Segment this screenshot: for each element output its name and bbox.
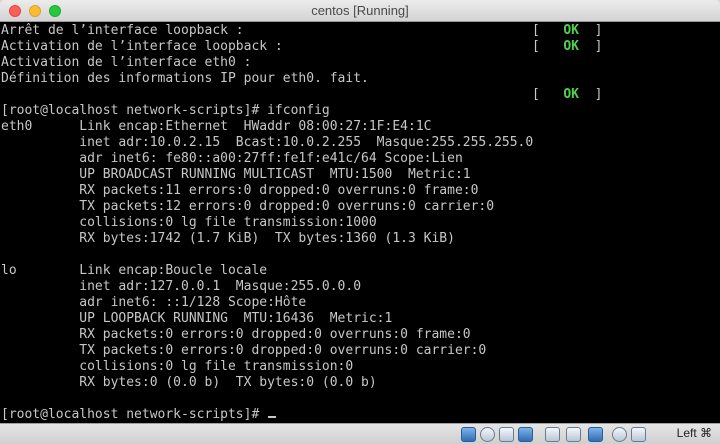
virtualization-icon[interactable] xyxy=(612,427,627,442)
optical-disk-icon[interactable] xyxy=(480,427,495,442)
terminal-line: Définition des informations IP pour eth0… xyxy=(1,71,369,86)
terminal-line: [root@localhost network-scripts]# ifconf… xyxy=(1,103,330,118)
terminal-line: UP LOOPBACK RUNNING MTU:16436 Metric:1 xyxy=(1,311,393,326)
hard-disk-icon[interactable] xyxy=(461,427,476,442)
vm-status-bar: Left ⌘ xyxy=(0,423,720,444)
status-bracket-open: [ xyxy=(532,39,540,54)
status-bracket-open: [ xyxy=(532,23,540,38)
terminal-line: TX packets:12 errors:0 dropped:0 overrun… xyxy=(1,199,495,214)
text-cursor xyxy=(268,416,277,418)
status-ok-label: OK xyxy=(563,87,579,102)
terminal-line: RX bytes:1742 (1.7 KiB) TX bytes:1360 (1… xyxy=(1,231,455,246)
vm-window: centos [Running] Arrêt de l’interface lo… xyxy=(0,0,720,444)
title-bar: centos [Running] xyxy=(0,0,720,22)
terminal-line: inet adr:10.0.2.15 Bcast:10.0.2.255 Masq… xyxy=(1,135,534,150)
terminal-line: UP BROADCAST RUNNING MULTICAST MTU:1500 … xyxy=(1,167,471,182)
terminal-line: lo Link encap:Boucle locale xyxy=(1,263,268,278)
terminal-line: eth0 Link encap:Ethernet HWaddr 08:00:27… xyxy=(1,119,432,134)
status-bracket-close: ] xyxy=(594,23,603,38)
terminal-line: inet adr:127.0.0.1 Masque:255.0.0.0 xyxy=(1,279,362,294)
video-capture-icon[interactable] xyxy=(588,427,603,442)
terminal-line: Activation de l’interface eth0 : xyxy=(1,55,252,70)
usb-icon[interactable] xyxy=(499,427,514,442)
terminal-line: Activation de l’interface loopback : xyxy=(1,39,283,54)
terminal-line: Arrêt de l’interface loopback : xyxy=(1,23,244,38)
mouse-integration-icon[interactable] xyxy=(631,427,646,442)
terminal-line: collisions:0 lg file transmission:0 xyxy=(1,359,354,374)
terminal-line: RX packets:11 errors:0 dropped:0 overrun… xyxy=(1,183,479,198)
status-bracket-close: ] xyxy=(594,87,603,102)
prompt-text: [root@localhost network-scripts]# xyxy=(1,407,268,422)
status-ok: [ OK ] xyxy=(532,39,602,55)
display-icon[interactable] xyxy=(566,427,581,442)
terminal-line: RX packets:0 errors:0 dropped:0 overruns… xyxy=(1,327,471,342)
status-ok: [ OK ] xyxy=(532,23,602,39)
status-ok-label: OK xyxy=(563,23,579,38)
window-title: centos [Running] xyxy=(311,3,409,18)
status-ok-label: OK xyxy=(563,39,579,54)
terminal-line: RX bytes:0 (0.0 b) TX bytes:0 (0.0 b) xyxy=(1,375,377,390)
terminal-line: TX packets:0 errors:0 dropped:0 overruns… xyxy=(1,343,487,358)
console-screen[interactable]: Arrêt de l’interface loopback : Activati… xyxy=(0,22,720,423)
network-icon[interactable] xyxy=(518,427,533,442)
shared-folder-icon[interactable] xyxy=(545,427,560,442)
prompt-line: [root@localhost network-scripts]# xyxy=(1,407,277,423)
terminal-line: collisions:0 lg file transmission:1000 xyxy=(1,215,377,230)
status-ok: [ OK ] xyxy=(532,87,602,103)
terminal-line: adr inet6: ::1/128 Scope:Hôte xyxy=(1,295,307,310)
terminal-line: adr inet6: fe80::a00:27ff:fe1f:e41c/64 S… xyxy=(1,151,463,166)
host-key-label: Left ⌘ xyxy=(676,426,712,440)
status-bracket-open: [ xyxy=(532,87,540,102)
status-bracket-close: ] xyxy=(594,39,603,54)
